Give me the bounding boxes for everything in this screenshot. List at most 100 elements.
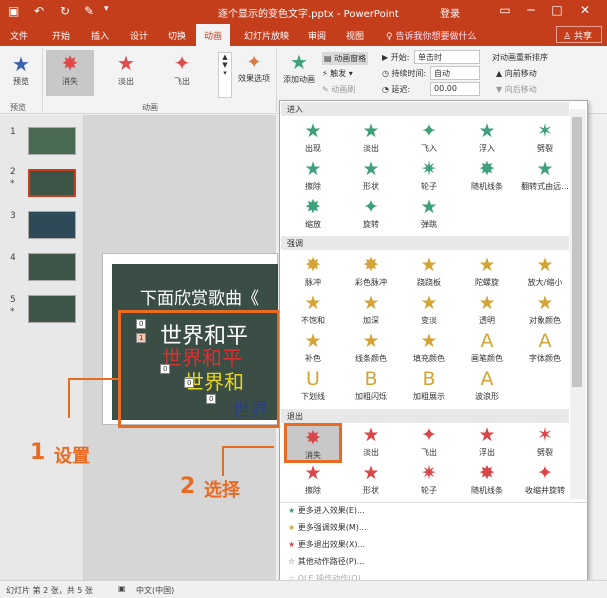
- menu-item-3[interactable]: ★ 更多退出效果(X)...: [288, 539, 365, 550]
- emph-effect-8[interactable]: ★ 变淡: [400, 291, 458, 331]
- emph-effect-17[interactable]: B 加粗闪烁: [342, 367, 400, 407]
- format-painter-icon[interactable]: ✎: [84, 4, 94, 18]
- ribbon-display-icon[interactable]: ▭: [497, 3, 513, 19]
- undo-icon[interactable]: ↶: [34, 4, 44, 18]
- entrance-effect-3[interactable]: ✦ 飞入: [400, 119, 458, 159]
- entrance-effect-8[interactable]: ✷ 轮子: [400, 157, 458, 197]
- tab-home[interactable]: 开始: [52, 29, 70, 42]
- emph-effect-3[interactable]: ★ 跷跷板: [400, 253, 458, 293]
- exit-effect-6[interactable]: ★ 擦除: [284, 461, 342, 501]
- menu-item-2[interactable]: ★ 更多强调效果(M)...: [288, 522, 367, 533]
- slide-thumbnail-4[interactable]: [28, 253, 76, 281]
- tab-transitions[interactable]: 切换: [168, 29, 186, 42]
- exit-effect-3[interactable]: ✦ 飞出: [400, 423, 458, 463]
- share-button[interactable]: ♙ 共享: [556, 26, 602, 43]
- tab-file[interactable]: 文件: [10, 29, 28, 42]
- slide-thumbnail-5[interactable]: [28, 295, 76, 323]
- animation-pane-button[interactable]: ▤ 动画窗格: [322, 52, 369, 65]
- entrance-effect-1[interactable]: ★ 出现: [284, 119, 342, 159]
- login-link[interactable]: 登录: [440, 5, 460, 20]
- emph-effect-10[interactable]: ★ 对象颜色: [516, 291, 574, 331]
- slide-thumbnail-2[interactable]: [28, 169, 76, 197]
- maximize-icon[interactable]: □: [549, 3, 565, 19]
- start-select[interactable]: 单击时: [414, 50, 480, 64]
- minimize-icon[interactable]: ─: [523, 3, 539, 19]
- duration-input[interactable]: 自动: [430, 66, 480, 80]
- animation-order-tag[interactable]: 0: [206, 394, 217, 404]
- tab-design[interactable]: 设计: [130, 29, 148, 42]
- exit-effect-1[interactable]: ✸ 消失: [284, 423, 342, 463]
- exit-effect-7[interactable]: ★ 形状: [342, 461, 400, 501]
- entrance-effect-5[interactable]: ✶ 劈裂: [516, 119, 574, 159]
- slide-thumbnail-1[interactable]: [28, 127, 76, 155]
- emph-effect-2[interactable]: ✸ 彩色脉冲: [342, 253, 400, 293]
- menu-item-4[interactable]: ☆ 其他动作路径(P)...: [288, 556, 364, 567]
- entrance-effect-12[interactable]: ✦ 旋转: [342, 195, 400, 235]
- emph-effect-18[interactable]: B 加粗展示: [400, 367, 458, 407]
- gallery-effect-3[interactable]: ✦ 飞出: [158, 50, 206, 96]
- animation-order-tag[interactable]: 0: [184, 378, 195, 388]
- animation-painter-button[interactable]: ✎ 动画刷: [322, 84, 355, 95]
- language-status[interactable]: 中文(中国): [136, 585, 174, 596]
- emph-effect-9[interactable]: ★ 透明: [458, 291, 516, 331]
- preview-button[interactable]: ★ 预览: [4, 52, 38, 87]
- entrance-effect-9[interactable]: ✸ 随机线条: [458, 157, 516, 197]
- callout-line-2: [222, 446, 274, 448]
- emph-effect-16[interactable]: U 下划线: [284, 367, 342, 407]
- gallery-effect-1[interactable]: ✸ 消失: [46, 50, 94, 96]
- trigger-button[interactable]: ⚡ 触发 ▾: [322, 68, 353, 79]
- tell-me-search[interactable]: ♀ 告诉我你想要做什么: [386, 29, 476, 42]
- entrance-effect-11[interactable]: ✸ 缩放: [284, 195, 342, 235]
- start-value: 单击时: [418, 53, 442, 62]
- entrance-effect-6[interactable]: ★ 擦除: [284, 157, 342, 197]
- redo-icon[interactable]: ↻: [60, 4, 70, 18]
- emph-effect-19[interactable]: A 波浪形: [458, 367, 516, 407]
- gallery-scroll[interactable]: ▲ ▼ ▾: [218, 52, 232, 98]
- emph-effect-4[interactable]: ★ 陀螺旋: [458, 253, 516, 293]
- emph-effect-5[interactable]: ★ 放大/缩小: [516, 253, 574, 293]
- emph-effect-15[interactable]: A 字体颜色: [516, 329, 574, 369]
- entrance-effect-2[interactable]: ★ 淡出: [342, 119, 400, 159]
- emph-effect-12[interactable]: ★ 线条颜色: [342, 329, 400, 369]
- exit-effect-2[interactable]: ★ 淡出: [342, 423, 400, 463]
- effect-options-button[interactable]: ✦ 效果选项: [234, 52, 274, 84]
- add-animation-button[interactable]: ★ 添加动画: [280, 50, 318, 85]
- tab-slideshow[interactable]: 幻灯片放映: [244, 29, 289, 42]
- animation-order-tag[interactable]: 0: [160, 364, 171, 374]
- save-icon[interactable]: ▣: [8, 4, 19, 18]
- menu-item-1[interactable]: ★ 更多进入效果(E)...: [288, 505, 365, 516]
- exit-effect-9[interactable]: ✸ 随机线条: [458, 461, 516, 501]
- exit-effect-5[interactable]: ✶ 劈裂: [516, 423, 574, 463]
- animation-order-tag[interactable]: 0: [136, 319, 147, 329]
- close-icon[interactable]: ✕: [577, 3, 593, 19]
- gallery-effect-2[interactable]: ★ 淡出: [102, 50, 150, 96]
- entrance-effect-7[interactable]: ★ 形状: [342, 157, 400, 197]
- slide-title[interactable]: 下面欣赏歌曲《: [140, 284, 259, 309]
- move-earlier-button[interactable]: ▲ 向前移动: [496, 68, 537, 79]
- animation-order-tag[interactable]: 1: [136, 333, 147, 343]
- emph-effect-7[interactable]: ★ 加深: [342, 291, 400, 331]
- emph-effect-11[interactable]: ★ 补色: [284, 329, 342, 369]
- exit-effect-8[interactable]: ✷ 轮子: [400, 461, 458, 501]
- effect-label: 放大/缩小: [527, 278, 563, 287]
- tab-animations[interactable]: 动画: [196, 24, 231, 46]
- tab-view[interactable]: 视图: [346, 29, 364, 42]
- delay-input[interactable]: 00.00: [430, 82, 480, 96]
- entrance-effect-10[interactable]: ★ 翻转式由远...: [516, 157, 574, 197]
- emph-effect-14[interactable]: A 画笔颜色: [458, 329, 516, 369]
- exit-effect-10[interactable]: ✦ 收缩并旋转: [516, 461, 574, 501]
- emph-effect-6[interactable]: ★ 不饱和: [284, 291, 342, 331]
- dropdown-scroll-thumb[interactable]: [572, 117, 582, 387]
- emph-effect-1[interactable]: ✸ 脉冲: [284, 253, 342, 293]
- entrance-effect-4[interactable]: ★ 浮入: [458, 119, 516, 159]
- spellcheck-icon[interactable]: ▣: [118, 584, 126, 593]
- tab-review[interactable]: 审阅: [308, 29, 326, 42]
- entrance-effect-13[interactable]: ★ 弹跳: [400, 195, 458, 235]
- customize-icon[interactable]: ▾: [104, 4, 109, 14]
- emph-effect-13[interactable]: ★ 填充颜色: [400, 329, 458, 369]
- tab-insert[interactable]: 插入: [91, 29, 109, 42]
- exit-effect-4[interactable]: ★ 浮出: [458, 423, 516, 463]
- move-later-button[interactable]: ▼ 向后移动: [496, 84, 537, 95]
- slide-thumbnail-3[interactable]: [28, 211, 76, 239]
- effect-label: 旋转: [363, 220, 379, 229]
